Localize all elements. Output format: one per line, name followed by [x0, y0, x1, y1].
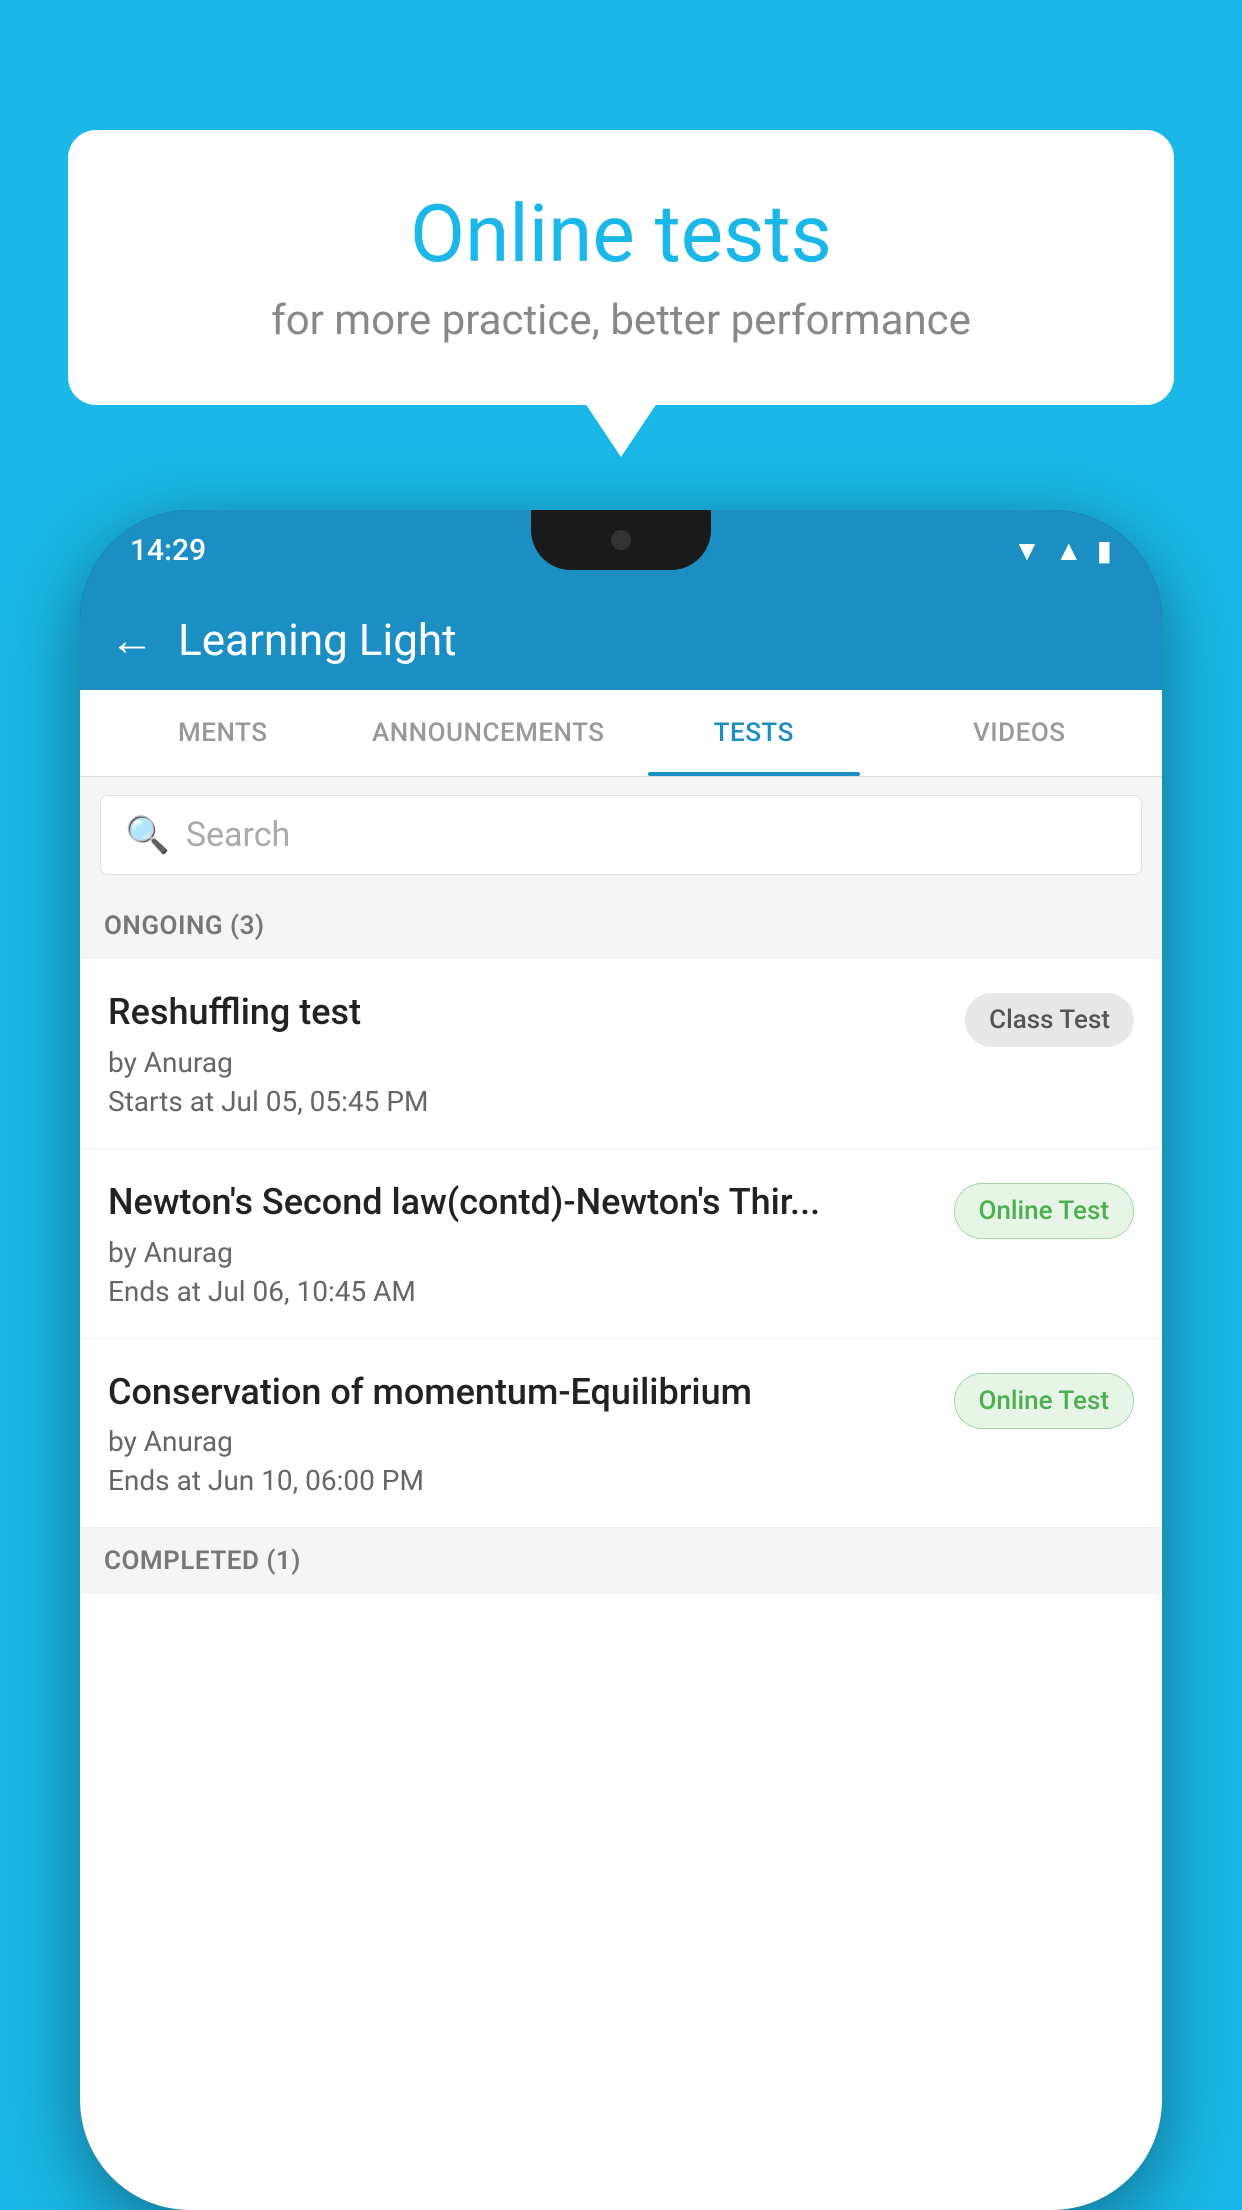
test-author: by Anurag — [108, 1236, 934, 1269]
test-badge-class: Class Test — [965, 993, 1134, 1047]
test-name: Reshuffling test — [108, 989, 945, 1036]
speech-bubble-container: Online tests for more practice, better p… — [68, 130, 1174, 405]
test-item[interactable]: Conservation of momentum-Equilibrium by … — [80, 1339, 1162, 1529]
status-bar: 14:29 ▼ ▲ ▮ — [80, 510, 1162, 590]
test-name: Conservation of momentum-Equilibrium — [108, 1369, 934, 1416]
back-button[interactable]: ← — [110, 614, 154, 666]
test-name: Newton's Second law(contd)-Newton's Thir… — [108, 1179, 934, 1226]
wifi-icon: ▼ — [1013, 534, 1041, 567]
tab-ments[interactable]: MENTS — [90, 690, 356, 776]
phone-notch — [531, 510, 711, 570]
battery-icon: ▮ — [1097, 534, 1112, 567]
ongoing-section-header: ONGOING (3) — [80, 893, 1162, 959]
tab-tests[interactable]: TESTS — [621, 690, 887, 776]
status-time: 14:29 — [130, 533, 206, 568]
search-icon: 🔍 — [125, 814, 170, 856]
tab-announcements[interactable]: ANNOUNCEMENTS — [356, 690, 622, 776]
test-time: Starts at Jul 05, 05:45 PM — [108, 1085, 945, 1118]
search-container: 🔍 Search — [80, 777, 1162, 893]
test-info: Reshuffling test by Anurag Starts at Jul… — [108, 989, 945, 1118]
signal-icon: ▲ — [1055, 534, 1083, 567]
app-header: ← Learning Light — [80, 590, 1162, 690]
search-bar[interactable]: 🔍 Search — [100, 795, 1142, 875]
test-author: by Anurag — [108, 1046, 945, 1079]
phone-screen: MENTS ANNOUNCEMENTS TESTS VIDEOS 🔍 Searc… — [80, 690, 1162, 2210]
test-item[interactable]: Newton's Second law(contd)-Newton's Thir… — [80, 1149, 1162, 1339]
search-placeholder: Search — [186, 815, 290, 855]
phone-frame: 14:29 ▼ ▲ ▮ ← Learning Light MENTS ANNOU… — [80, 510, 1162, 2210]
speech-bubble: Online tests for more practice, better p… — [68, 130, 1174, 405]
app-title: Learning Light — [178, 614, 457, 666]
test-item[interactable]: Reshuffling test by Anurag Starts at Jul… — [80, 959, 1162, 1149]
test-badge-online: Online Test — [954, 1183, 1135, 1239]
test-info: Conservation of momentum-Equilibrium by … — [108, 1369, 934, 1498]
completed-section-header: COMPLETED (1) — [80, 1528, 1162, 1594]
camera — [611, 530, 631, 550]
test-time: Ends at Jul 06, 10:45 AM — [108, 1275, 934, 1308]
tab-videos[interactable]: VIDEOS — [887, 690, 1153, 776]
status-icons: ▼ ▲ ▮ — [1013, 534, 1112, 567]
bubble-subtitle: for more practice, better performance — [118, 296, 1124, 345]
test-list: Reshuffling test by Anurag Starts at Jul… — [80, 959, 1162, 1528]
bubble-title: Online tests — [118, 190, 1124, 278]
test-badge-online: Online Test — [954, 1373, 1135, 1429]
test-info: Newton's Second law(contd)-Newton's Thir… — [108, 1179, 934, 1308]
test-author: by Anurag — [108, 1425, 934, 1458]
test-time: Ends at Jun 10, 06:00 PM — [108, 1464, 934, 1497]
tabs-bar: MENTS ANNOUNCEMENTS TESTS VIDEOS — [80, 690, 1162, 777]
